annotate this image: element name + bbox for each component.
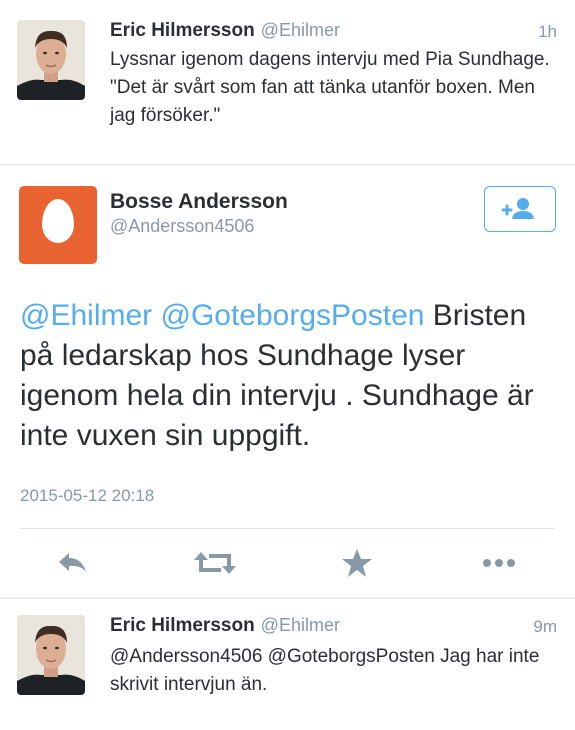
mention-link[interactable]: @Ehilmer: [20, 299, 152, 332]
profile-photo-icon: [17, 615, 85, 695]
tweet-time: 9m: [533, 617, 557, 636]
tweet-header: Eric Hilmersson @Ehilmer 1h: [110, 20, 557, 44]
avatar[interactable]: [17, 20, 85, 100]
tweet-text: @Ehilmer @GoteborgsPosten Bristen på led…: [20, 296, 560, 456]
avatar[interactable]: [19, 186, 97, 264]
follow-button[interactable]: [484, 186, 556, 232]
avatar[interactable]: [17, 615, 85, 695]
tweet-timestamp: 2015-05-12 20:18: [20, 486, 155, 505]
retweet-button[interactable]: [190, 546, 240, 580]
more-icon: [483, 559, 515, 567]
tweet-eric-2[interactable]: Eric Hilmersson @Ehilmer 9m @Andersson450…: [0, 598, 575, 730]
retweet-icon: [194, 552, 236, 574]
tweet-text: Lyssnar igenom dagens intervju med Pia S…: [110, 49, 550, 126]
tweet-eric-1[interactable]: Eric Hilmersson @Ehilmer 1h Lyssnar igeno…: [0, 0, 575, 165]
more-button[interactable]: [474, 546, 524, 580]
mention-link[interactable]: @GoteborgsPosten: [161, 299, 425, 332]
favorite-icon: [342, 549, 372, 577]
favorite-button[interactable]: [332, 546, 382, 580]
author-name[interactable]: Bosse Andersson: [110, 190, 288, 214]
author-name[interactable]: Eric Hilmersson: [110, 615, 255, 636]
tweet-header: Eric Hilmersson @Ehilmer 9m: [110, 615, 557, 639]
author-name[interactable]: Eric Hilmersson: [110, 20, 255, 41]
author-handle[interactable]: @Ehilmer: [261, 615, 340, 635]
reply-icon: [59, 553, 86, 572]
add-user-icon: [501, 198, 534, 219]
tweet-text: @Andersson4506 @GoteborgsPosten Jag har …: [110, 646, 540, 695]
divider: [20, 528, 555, 529]
reply-button[interactable]: [48, 546, 98, 580]
tweet-time: 1h: [538, 22, 557, 41]
profile-photo-icon: [17, 20, 85, 100]
tweet-detail: Bosse Andersson @Andersson4506 @Ehilmer …: [0, 166, 575, 597]
author-handle[interactable]: @Andersson4506: [110, 216, 254, 237]
egg-icon: [42, 199, 74, 243]
author-handle[interactable]: @Ehilmer: [261, 20, 340, 40]
